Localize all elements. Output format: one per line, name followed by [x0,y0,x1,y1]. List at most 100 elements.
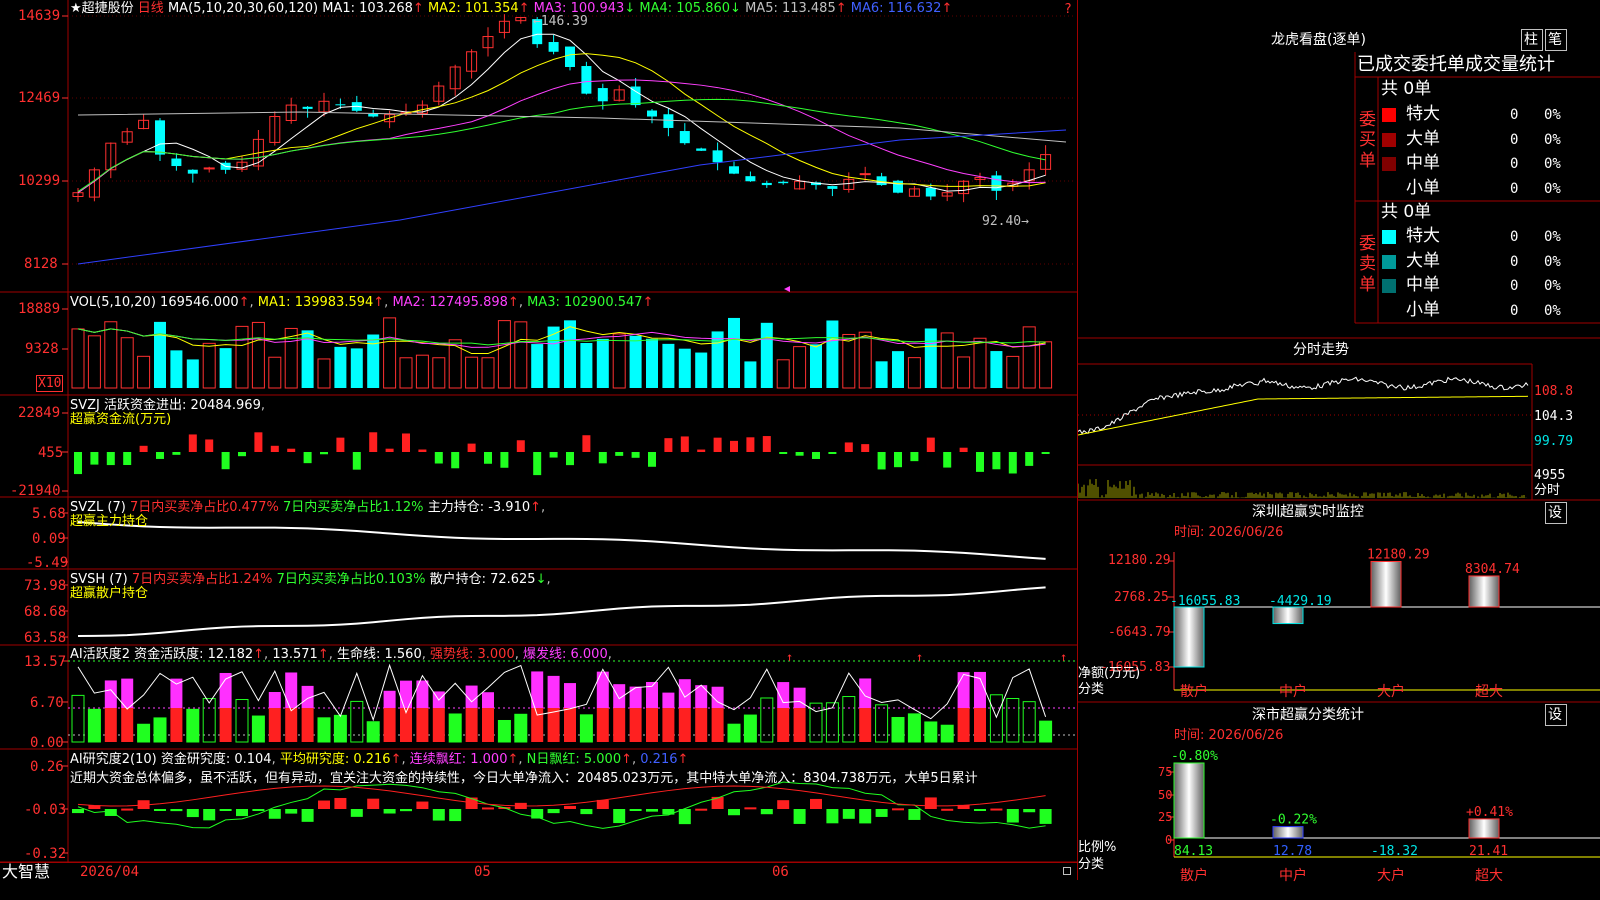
lhb-sell-row-0: 特大 0 0% [1378,225,1600,249]
ai1-label: AI活跃度2 [70,647,130,662]
main-chart-area[interactable]: ↑ ↑ ↑ ★超捷股份 日线 MA(5,10,20,30,60,120) MA1: … [0,0,1078,880]
lhb-row-name: 特大 [1406,104,1440,124]
candle-up [859,173,871,176]
szm-cat-1: 中户 [1279,683,1307,700]
svzl-ytick-1: 5.68 [32,506,66,522]
intraday-title: 分时走势 [1293,342,1349,358]
candle-down [187,169,198,174]
svzj-bar [1041,452,1050,454]
kline-ytick-3: 10299 [18,173,61,189]
kline-ytick-2: 12469 [18,90,61,106]
vol-bar-up [268,356,282,389]
ai2-bar [301,809,314,822]
lhb-row-value: 0 [1510,253,1519,270]
vol-ma3: MA3: 102900.547 [527,295,643,310]
pointer-marker [784,286,790,292]
candle-down [663,114,674,128]
vol-bar-up [1006,355,1020,389]
vol-bar-down [629,335,642,388]
vol-bar-down [564,320,576,388]
ai2-bar [744,807,757,810]
svzl-subtitle: 超赢主力持仓 [70,514,149,529]
sz-stats-ytick-4: 0 [1165,833,1173,847]
main-chart-svg[interactable]: ↑ ↑ ↑ [0,0,1078,880]
ai1-bar-green [137,723,151,743]
vol-bar-up [432,357,446,389]
vol-bar-up [497,320,511,389]
ai2-header: AI研究度2(10) 资金研究度: 0.104, 平均研究度: 0.216↑, … [70,752,689,767]
ai1-bar-red [219,708,232,742]
sz-stats-settings-button[interactable]: 设 [1545,704,1567,726]
vol-bar-down [711,331,724,388]
ai1-bar-green [514,713,528,743]
svzj-bar [746,437,755,452]
ai1-bar-magenta [547,675,560,708]
date-label-2: 05 [474,864,491,880]
vol-unit-badge[interactable]: X10 [36,375,64,392]
candle-down [761,182,772,186]
svzj-bar [172,452,181,455]
ma1-value: MA1: 103.268 [322,1,413,16]
svzj-bar [812,452,820,459]
vol-ma3-line [77,328,1046,346]
lock-icon[interactable] [1063,867,1071,875]
ai2-bar [219,809,232,811]
ai2-bar [810,798,822,809]
ai1-bar-red [777,708,790,742]
svzj-bar [369,432,378,452]
kline-high-value: 146.39 [540,14,588,29]
svzj-bar [90,452,99,465]
vol-bar-up [842,333,856,389]
ai1-bar-red [629,708,642,742]
ai1-bar-green [727,723,741,743]
ai1-bar-red [859,708,872,742]
svzj-bar [139,445,148,452]
candle-up [203,167,215,170]
sz-monitor-time: 时间: 2026/06/26 [1174,525,1284,540]
brand-label: 大智慧 [2,862,51,881]
period-label[interactable]: 日线 [138,1,164,16]
svzj-bar [451,452,460,469]
intraday-unit: 分时 [1534,483,1561,498]
candle-down [155,120,165,155]
sz-monitor-settings-button[interactable]: 设 [1545,502,1567,524]
date-label-3: 06 [772,864,789,880]
sz-monitor-ytick-3: -6643.79 [1108,625,1171,640]
stock-name[interactable]: ★超捷股份 [70,1,134,16]
candle-down [597,88,608,102]
ai2-bar [400,809,412,812]
vol-arrow: ↑ [238,295,250,310]
ai1-bar-magenta [482,692,494,708]
szs-bar-1 [1272,826,1304,839]
szm-cat-3: 超大 [1475,684,1503,700]
right-panel: -16055.83 散户 -4429.19 中户 12180.29 大户 8304.74 超大… [1078,0,1600,900]
ai2-bar [72,809,84,814]
vol-bar-down [219,348,232,388]
svzj-bar [861,444,870,452]
ai2-bar [629,809,642,811]
vol-bar-up [776,359,790,389]
ma5-value: MA5: 113.485 [745,1,836,16]
lhb-tick-button[interactable]: 笔 [1545,29,1567,51]
svzj-bar [566,452,574,466]
ma3-line [77,79,1046,194]
ai2-bar [564,805,576,809]
ai2-bar [777,800,790,809]
ma1-arrow: ↑ [412,1,424,16]
intraday-price-2: 104.3 [1534,409,1574,424]
ai1-bar-magenta [285,672,298,708]
sz-monitor-ytick-1: 12180.29 [1108,553,1171,568]
candle-down [171,158,182,167]
ai1-signal-arrow-2: ↑ [1060,650,1067,664]
help-icon[interactable]: ? [1064,3,1072,16]
svsh-subtitle: 超赢散户持仓 [70,586,149,601]
svzj-bar [664,438,673,452]
ai2-t5: 0.216 [640,752,678,767]
lhb-tabs[interactable]: 已成交委托单成交量统计 [1357,56,1555,74]
lhb-swatch [1382,254,1396,269]
lhb-bar-button[interactable]: 柱 [1521,29,1543,51]
ai2-line-red [77,785,1046,807]
vol-header: VOL(5,10,20) 169546.000↑, MA1: 139983.59… [70,295,654,310]
ma2-arrow: ↑ [518,1,530,16]
svzj-bar [779,452,788,454]
